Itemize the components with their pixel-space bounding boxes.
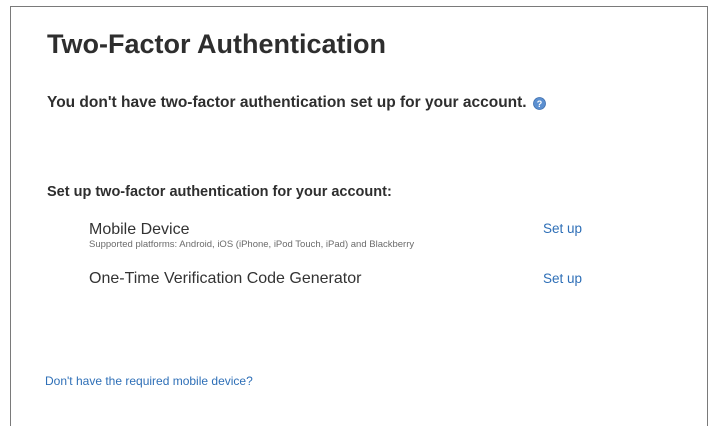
mobile-device-setup-link[interactable]: Set up [543,221,582,236]
method-description: Supported platforms: Android, iOS (iPhon… [89,239,415,250]
two-factor-panel: Two-Factor Authentication You don't have… [10,6,708,426]
missing-device-link[interactable]: Don't have the required mobile device? [45,374,253,388]
code-generator-setup-link[interactable]: Set up [543,271,582,286]
setup-heading: Set up two-factor authentication for you… [47,184,392,200]
method-code-generator: One-Time Verification Code Generator [89,270,609,288]
status-message: You don't have two-factor authentication… [47,94,527,111]
method-name: Mobile Device [89,221,190,238]
status-message-row: You don't have two-factor authentication… [47,94,546,112]
svg-text:?: ? [536,99,542,109]
page-title: Two-Factor Authentication [47,29,386,59]
method-name: One-Time Verification Code Generator [89,270,362,287]
method-mobile-device: Mobile Device Supported platforms: Andro… [89,221,609,250]
question-circle-icon[interactable]: ? [532,96,546,110]
